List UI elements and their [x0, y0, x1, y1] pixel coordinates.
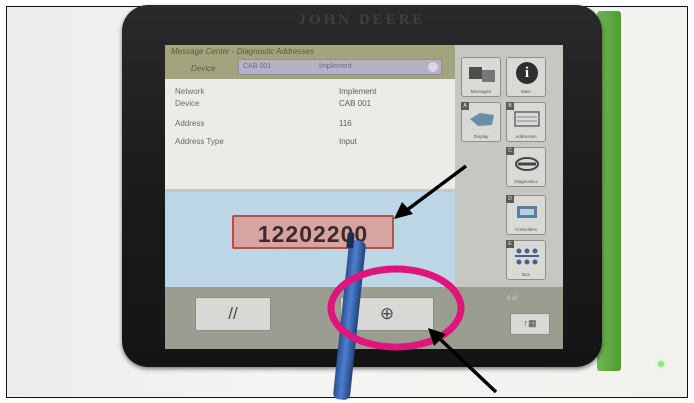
clear-icon: // — [228, 304, 238, 323]
device-value-b: Implement — [319, 63, 352, 70]
address-value-area: 12202200 — [165, 192, 455, 287]
row-value: CAB 001 — [339, 99, 372, 108]
address-value-field[interactable]: 12202200 — [232, 215, 394, 249]
softkey-label: Main — [521, 89, 531, 94]
softkey-bus[interactable]: E Bus — [506, 240, 546, 280]
address-value: 12202200 — [257, 221, 369, 247]
display-screen: Message Center - Diagnostic Addresses De… — [165, 45, 563, 349]
softkey-display[interactable]: A Display — [461, 102, 501, 142]
softkey-main[interactable]: i Main — [506, 57, 546, 97]
row-label: Network — [175, 87, 205, 96]
info-row: Address Type Input — [175, 137, 357, 146]
softkey-diagnostics[interactable]: C Diagnostics — [506, 147, 546, 187]
softkey-label: Messages — [470, 89, 492, 94]
info-row: Network Implement — [175, 87, 376, 96]
controller-icon — [513, 202, 541, 222]
device-value-a: CAB 001 — [243, 63, 272, 70]
clear-button[interactable]: // — [195, 297, 271, 331]
softkey-messages[interactable]: Messages — [461, 57, 501, 97]
network-icon — [513, 247, 541, 267]
row-label: Address Type — [175, 137, 224, 146]
softkey-addresses[interactable]: B Addresses — [506, 102, 546, 142]
dropdown-arrow-icon[interactable] — [428, 62, 438, 72]
row-value: Input — [339, 137, 357, 146]
screen-title: Message Center - Diagnostic Addresses — [171, 47, 314, 56]
row-value: 116 — [339, 119, 352, 128]
page-indicator: 6 of — [507, 296, 518, 302]
softkey-label: Display — [473, 134, 489, 139]
softkey-label: Addresses — [515, 134, 537, 139]
softkey-label: Controllers — [515, 227, 537, 232]
address-info-panel: Network Implement Device CAB 001 Address… — [165, 79, 455, 189]
device-label: Device — [191, 64, 216, 73]
scroll-icon: ↑▦ — [523, 318, 537, 328]
device-dropdown[interactable]: CAB 001 Implement — [238, 59, 442, 75]
info-icon: i — [516, 62, 538, 84]
info-row: Address 116 — [175, 119, 352, 128]
info-row: Device CAB 001 — [175, 99, 371, 108]
messages-icon — [468, 64, 496, 84]
row-label: Address — [175, 119, 205, 128]
bottom-button-bar: // ⊕ 6 of ↑▦ — [165, 287, 563, 349]
row-label: Device — [175, 99, 200, 108]
addresses-icon — [513, 109, 541, 129]
row-value: Implement — [339, 87, 377, 96]
scroll-button[interactable]: ↑▦ — [510, 313, 550, 335]
title-bar: Message Center - Diagnostic Addresses De… — [165, 45, 455, 79]
brand-logo-text: JOHN DEERE — [298, 12, 426, 28]
wrench-icon — [513, 154, 541, 174]
softkey-label: Bus — [522, 272, 530, 277]
display-icon — [468, 109, 496, 129]
softkey-label: Diagnostics — [514, 179, 538, 184]
power-led — [658, 361, 664, 367]
softkey-controllers[interactable]: D Controllers — [506, 195, 546, 235]
